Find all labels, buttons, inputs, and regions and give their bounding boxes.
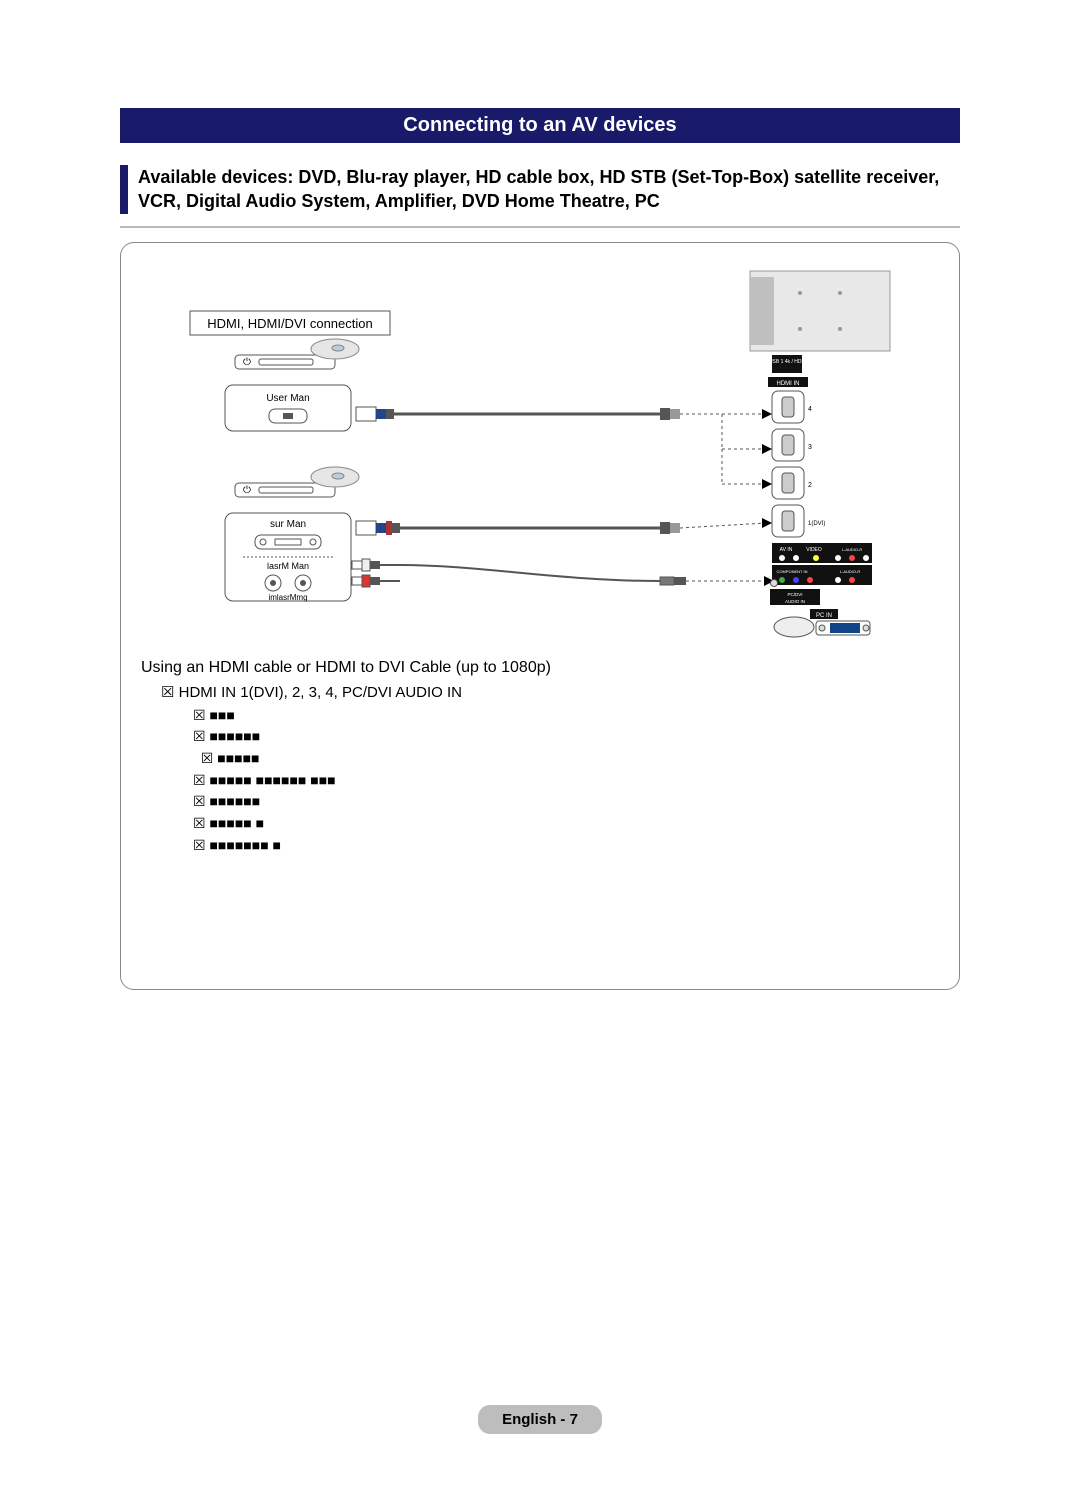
svg-text:COMPONENT IN: COMPONENT IN	[776, 569, 807, 574]
bullet-item: ☒ ■■■■■	[191, 748, 793, 770]
connection-diagram: HDMI, HDMI/DVI connection ⏻ User Man	[135, 259, 945, 649]
svg-text:2: 2	[808, 482, 812, 489]
subtitle-text: Available devices: DVD, Blu-ray player, …	[138, 165, 960, 214]
svg-text:1(DVI): 1(DVI)	[808, 521, 825, 527]
svg-text:User Man: User Man	[266, 393, 309, 404]
left-accent-bar	[120, 165, 128, 214]
bullet-item: ☒ ■■■■■ ■	[191, 813, 793, 835]
svg-text:⏻: ⏻	[243, 357, 251, 368]
subtitle-rule	[120, 226, 960, 228]
svg-text:USB 1 4k / HDD: USB 1 4k / HDD	[769, 359, 806, 365]
svg-text:PC/DVI: PC/DVI	[787, 592, 802, 597]
diagram-box: HDMI, HDMI/DVI connection ⏻ User Man	[120, 242, 960, 990]
svg-text:lasrM Man: lasrM Man	[267, 561, 309, 571]
svg-text:AV IN: AV IN	[780, 547, 793, 553]
page-footer: English - 7	[0, 1405, 1080, 1434]
svg-text:sur Man: sur Man	[270, 519, 306, 530]
svg-text:imlasrMmg: imlasrMmg	[268, 593, 307, 602]
svg-text:L-AUDIO-R: L-AUDIO-R	[842, 547, 863, 552]
instruction-heading: Using an HDMI cable or HDMI to DVI Cable…	[141, 659, 945, 677]
svg-text:HDMI, HDMI/DVI connection: HDMI, HDMI/DVI connection	[207, 316, 372, 331]
bullet-item: ☒ ■■■■■■	[191, 791, 793, 813]
bullet-item: ☒ ■■■■■■	[191, 726, 793, 748]
hdmi-port-text: HDMI IN 1(DVI), 2, 3, 4, PC/DVI AUDIO IN	[179, 684, 462, 701]
section-title: Connecting to an AV devices	[120, 108, 960, 143]
svg-text:HDMI IN: HDMI IN	[777, 381, 800, 387]
instruction-bullets: ☒ ■■■ ☒ ■■■■■■ ☒ ■■■■■ ☒ ■■■■■ ■■■■■■ ■■…	[191, 705, 945, 857]
svg-text:VIDEO: VIDEO	[806, 547, 822, 553]
bullet-item: ☒ ■■■■■■■ ■	[191, 835, 793, 857]
svg-text:AUDIO IN: AUDIO IN	[785, 599, 805, 604]
svg-text:3: 3	[808, 444, 812, 451]
bullet-item: ☒ ■■■	[191, 705, 793, 727]
hdmi-port-line: ☒ HDMI IN 1(DVI), 2, 3, 4, PC/DVI AUDIO …	[161, 683, 945, 701]
svg-text:PC IN: PC IN	[816, 613, 832, 619]
page-number-badge: English - 7	[478, 1405, 602, 1434]
svg-text:⏻: ⏻	[243, 485, 251, 496]
svg-text:L-AUDIO-R: L-AUDIO-R	[840, 569, 861, 574]
bullet-item: ☒ ■■■■■ ■■■■■■ ■■■	[191, 770, 793, 792]
subtitle-row: Available devices: DVD, Blu-ray player, …	[120, 165, 960, 214]
svg-text:4: 4	[808, 406, 812, 413]
